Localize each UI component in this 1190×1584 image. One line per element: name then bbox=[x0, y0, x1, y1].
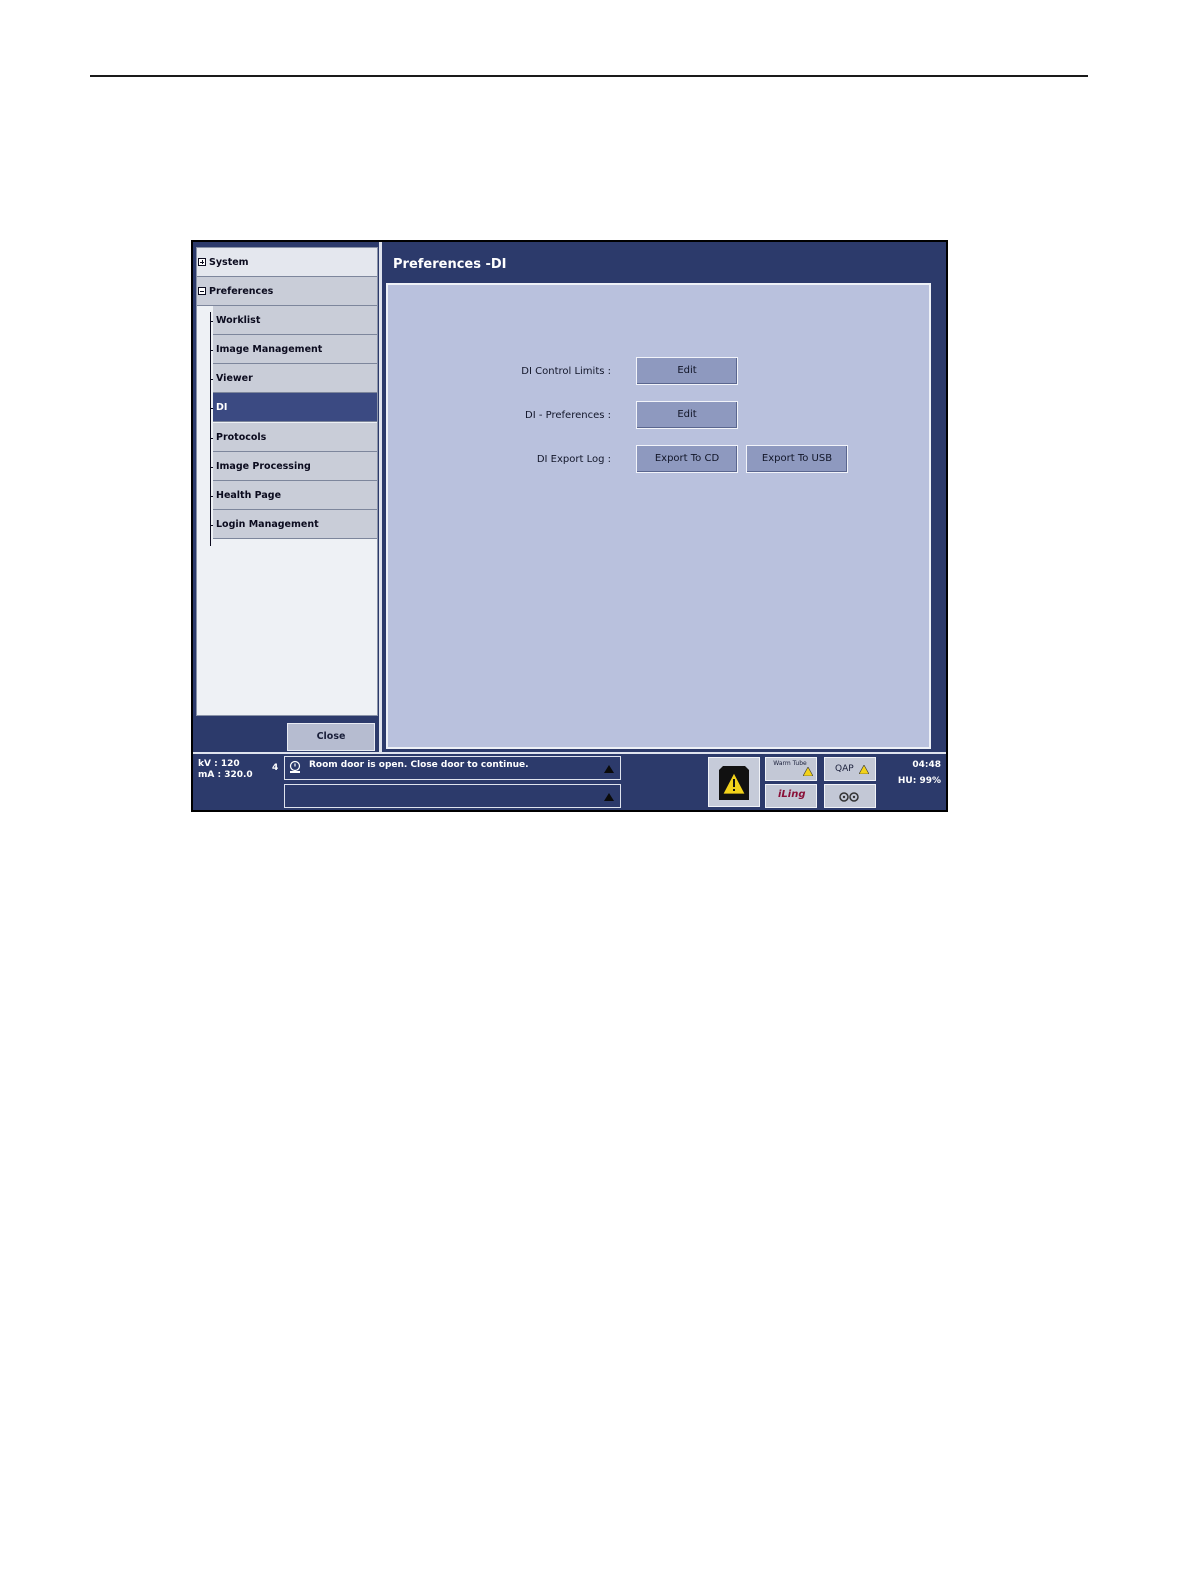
sidebar-item-preferences[interactable]: Preferences bbox=[197, 277, 377, 306]
sidebar-item-label: Viewer bbox=[216, 373, 253, 384]
tree-line bbox=[210, 312, 211, 546]
iling-button[interactable]: iLing bbox=[765, 784, 817, 808]
vertical-divider bbox=[379, 242, 382, 752]
export-to-cd-button[interactable]: Export To CD bbox=[636, 445, 738, 473]
sidebar-item-viewer[interactable]: Viewer bbox=[213, 364, 377, 393]
di-preferences-label: DI - Preferences : bbox=[525, 410, 611, 421]
expand-messages-icon[interactable] bbox=[604, 765, 614, 773]
sidebar-item-label: Worklist bbox=[216, 315, 261, 326]
clock-readout: 04:48 HU: 99% bbox=[898, 757, 941, 789]
app-window: System Preferences Worklist Image Manage… bbox=[193, 242, 946, 810]
di-control-limits-label: DI Control Limits : bbox=[521, 366, 611, 377]
sidebar-item-label: Protocols bbox=[216, 432, 267, 443]
sidebar-item-label: Health Page bbox=[216, 490, 282, 501]
technique-readout: kV : 120 mA : 320.0 bbox=[198, 759, 253, 781]
warning-tile[interactable] bbox=[708, 757, 760, 807]
sidebar-item-worklist[interactable]: Worklist bbox=[213, 306, 377, 335]
message-count: 4 bbox=[272, 763, 279, 773]
page-top-rule bbox=[90, 75, 1088, 77]
expand-messages-icon[interactable] bbox=[604, 793, 614, 801]
door-alert-icon bbox=[289, 760, 301, 773]
tools-button[interactable] bbox=[824, 784, 876, 808]
heat-units: HU: 99% bbox=[897, 776, 941, 786]
message-box-secondary[interactable] bbox=[284, 784, 621, 808]
qap-label: QAP bbox=[835, 764, 854, 774]
horizontal-divider bbox=[193, 752, 946, 754]
close-button[interactable]: Close bbox=[287, 723, 375, 751]
sidebar-item-image-management[interactable]: Image Management bbox=[213, 335, 377, 364]
warning-icon bbox=[719, 766, 749, 800]
clock-time: 04:48 bbox=[912, 760, 941, 770]
iling-label: iLing bbox=[778, 789, 806, 800]
message-box-primary[interactable]: Room door is open. Close door to continu… bbox=[284, 756, 621, 780]
di-control-limits-edit-button[interactable]: Edit bbox=[636, 357, 738, 385]
sidebar-item-label: System bbox=[209, 257, 249, 268]
sidebar-item-login-management[interactable]: Login Management bbox=[213, 510, 377, 539]
warm-tube-button[interactable]: Warm Tube bbox=[765, 757, 817, 781]
ma-value: mA : 320.0 bbox=[198, 770, 253, 780]
gears-icon bbox=[839, 792, 859, 802]
export-to-usb-button[interactable]: Export To USB bbox=[746, 445, 848, 473]
message-text: Room door is open. Close door to continu… bbox=[309, 760, 529, 770]
expand-icon[interactable] bbox=[198, 258, 206, 266]
sidebar-item-label: Preferences bbox=[209, 286, 274, 297]
sidebar-nav: System Preferences Worklist Image Manage… bbox=[196, 247, 378, 716]
app-screen: System Preferences Worklist Image Manage… bbox=[191, 240, 948, 812]
di-preferences-edit-button[interactable]: Edit bbox=[636, 401, 738, 429]
preferences-panel: DI Control Limits : Edit DI - Preference… bbox=[386, 283, 931, 749]
sidebar-item-protocols[interactable]: Protocols bbox=[213, 423, 377, 452]
kv-value: kV : 120 bbox=[198, 759, 240, 769]
sidebar-item-system[interactable]: System bbox=[197, 248, 377, 277]
page-title: Preferences -DI bbox=[393, 257, 507, 272]
collapse-icon[interactable] bbox=[198, 287, 206, 295]
sidebar-item-label: Login Management bbox=[216, 519, 319, 530]
di-export-log-label: DI Export Log : bbox=[536, 454, 611, 465]
sidebar-item-label: Image Management bbox=[216, 344, 323, 355]
warm-tube-label: Warm Tube bbox=[773, 760, 807, 767]
warning-icon bbox=[803, 767, 813, 776]
sidebar-item-label: DI bbox=[216, 402, 228, 413]
sidebar-item-di[interactable]: DI bbox=[213, 393, 377, 422]
sidebar-item-image-processing[interactable]: Image Processing bbox=[213, 452, 377, 481]
sidebar-item-label: Image Processing bbox=[216, 461, 311, 472]
warning-icon bbox=[859, 765, 869, 774]
sidebar-item-health-page[interactable]: Health Page bbox=[213, 481, 377, 510]
qap-button[interactable]: QAP bbox=[824, 757, 876, 781]
